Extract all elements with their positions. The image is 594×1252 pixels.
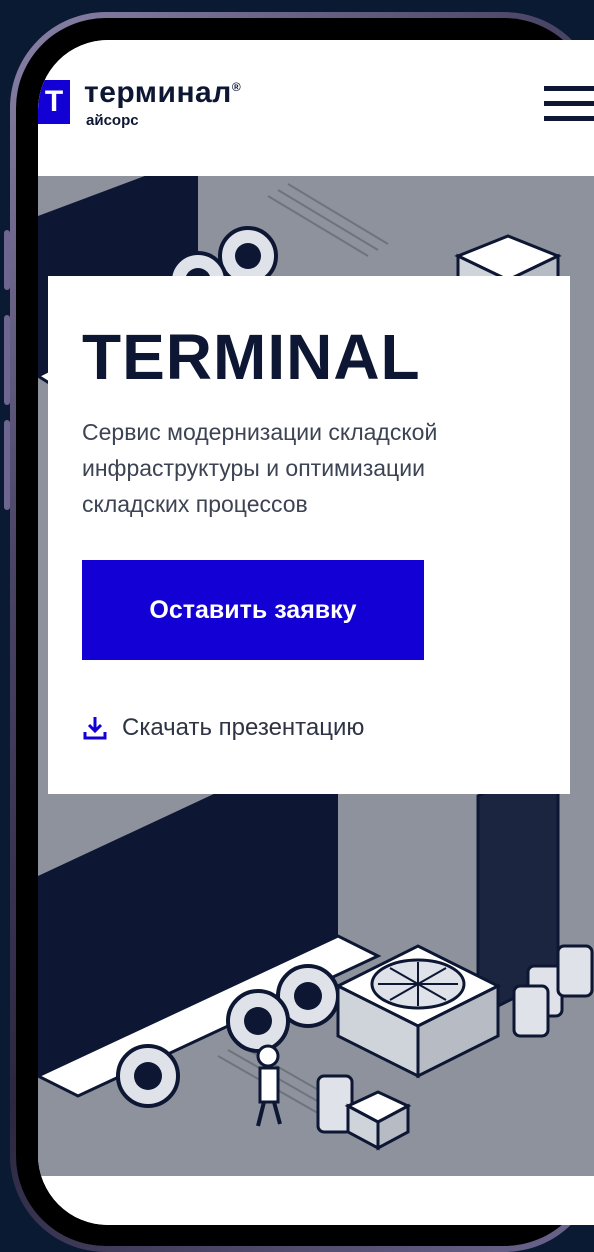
- brand-subtitle: айсорс: [86, 112, 139, 129]
- bottom-white-strip: [38, 1176, 594, 1225]
- download-label: Скачать презентацию: [122, 714, 365, 741]
- brand-name[interactable]: терминал®: [84, 76, 241, 110]
- registered-mark: ®: [231, 80, 242, 94]
- phone-screen: T терминал® айсорс TERMINAL Сервис модер…: [38, 40, 594, 1225]
- site-header: T терминал® айсорс: [38, 40, 594, 176]
- side-button: [4, 315, 10, 405]
- hamburger-menu-icon[interactable]: [544, 86, 594, 122]
- brand-name-text: терминал: [84, 76, 232, 109]
- download-presentation-link[interactable]: Скачать презентацию: [82, 708, 364, 748]
- side-button: [4, 420, 10, 510]
- side-button: [4, 230, 10, 290]
- hero-description: Сервис модернизации складской инфраструк…: [82, 419, 438, 517]
- download-icon: [83, 717, 107, 740]
- logo-mark[interactable]: T: [38, 80, 70, 124]
- hero-title: TERMINAL: [82, 321, 421, 393]
- hero-card: TERMINAL Сервис модернизации складской и…: [48, 276, 570, 794]
- submit-request-button[interactable]: Оставить заявку: [82, 560, 424, 660]
